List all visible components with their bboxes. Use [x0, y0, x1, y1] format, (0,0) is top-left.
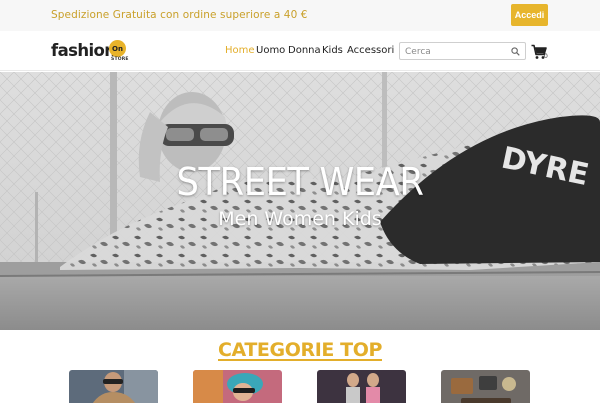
nav-item-donna[interactable]: Donna — [288, 45, 321, 56]
login-button[interactable]: Accedi — [511, 4, 548, 26]
category-card-men[interactable] — [69, 370, 158, 403]
logo-badge: On — [109, 40, 126, 57]
category-photo-kids — [317, 370, 406, 403]
categories-title: CATEGORIE TOP — [218, 339, 382, 361]
top-promo-bar: Spedizione Gratuita con ordine superiore… — [0, 0, 600, 31]
site-header: fashion On STORE Home Uomo Donna Kids Ac… — [0, 31, 600, 71]
free-shipping-text: Spedizione Gratuita con ordine superiore… — [51, 9, 308, 21]
search-input[interactable] — [405, 45, 505, 58]
search-box — [399, 42, 526, 60]
nav-item-accessori[interactable]: Accessori — [347, 45, 394, 56]
category-card-women[interactable] — [193, 370, 282, 403]
category-card-kids[interactable] — [317, 370, 406, 403]
hero-banner[interactable]: DYRE STREET WEAR Men Women Kids — [0, 72, 600, 330]
search-icon[interactable] — [511, 47, 520, 56]
category-card-accessories[interactable] — [441, 370, 530, 403]
category-photo-men — [69, 370, 158, 403]
logo-store-text: STORE — [111, 57, 129, 62]
logo-text: fashion — [51, 41, 116, 60]
category-photo-accessories — [441, 370, 530, 403]
nav-item-uomo[interactable]: Uomo — [256, 45, 285, 56]
cart-count: 0 — [544, 53, 548, 60]
category-photo-women — [193, 370, 282, 403]
nav-item-kids[interactable]: Kids — [322, 45, 343, 56]
hero-subtitle: Men Women Kids — [218, 208, 382, 230]
logo[interactable]: fashion On STORE — [51, 37, 131, 65]
nav-item-home[interactable]: Home — [225, 45, 255, 56]
hero-title: STREET WEAR — [176, 160, 424, 204]
